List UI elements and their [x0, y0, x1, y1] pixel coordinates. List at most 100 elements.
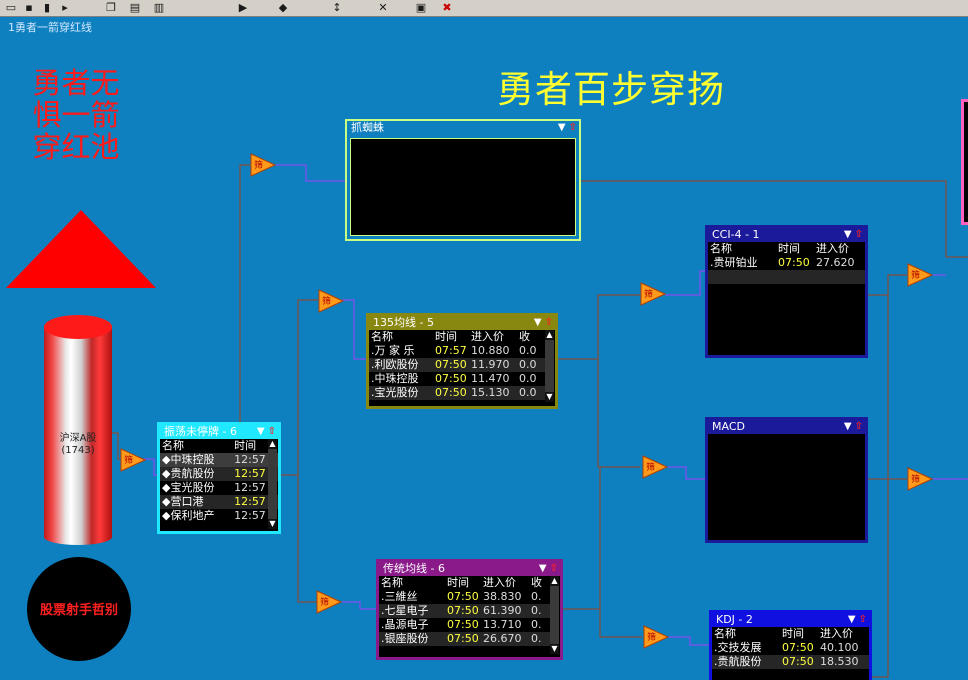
- table-row[interactable]: .贵研铂业 07:50 27.620: [708, 256, 865, 270]
- table-row[interactable]: .宝光股份 07:50 15.130 0.0: [369, 386, 545, 400]
- table-row[interactable]: .利欧股份 07:50 11.970 0.0: [369, 358, 545, 372]
- print-icon[interactable]: ▥: [152, 1, 166, 14]
- panel-header[interactable]: CCI-4 - 1 ▼ ⇧: [708, 228, 865, 242]
- panel-table: 名称 时间 ◆中珠控股 12:57 ◆贵航股份 12:57 ◆宝光股份 12:57 ◆营…: [160, 439, 278, 523]
- dropdown-icon[interactable]: ▼: [534, 317, 542, 328]
- panel-header[interactable]: 振荡未停牌 - 6 ▼ ⇧: [160, 425, 278, 439]
- column-header: 进入价: [471, 330, 504, 343]
- scrollbar[interactable]: ▲ ▼: [545, 330, 554, 402]
- close-icon[interactable]: ✖: [440, 1, 454, 14]
- panel-table: 名称 时间 进入价 .贵研铂业 07:50 27.620: [708, 242, 865, 284]
- column-header: 时间: [778, 242, 800, 255]
- table-row[interactable]: .贵航股份 07:50 18.530: [712, 655, 869, 669]
- table-row[interactable]: .中珠控股 07:50 11.470 0.0: [369, 372, 545, 386]
- up-arrow-icon[interactable]: ⇧: [855, 421, 863, 432]
- table-row[interactable]: ◆营口港 12:57: [160, 495, 278, 509]
- filter-node[interactable]: 筛: [250, 153, 277, 177]
- sort-icon[interactable]: ↕: [330, 1, 344, 14]
- panel-header[interactable]: KDJ - 2 ▼ ⇧: [712, 613, 869, 627]
- panel-macd[interactable]: MACD ▼ ⇧: [705, 417, 868, 543]
- panel-header[interactable]: MACD ▼ ⇧: [708, 420, 865, 434]
- panel-chuantong[interactable]: 传统均线 - 6 ▼ ⇧ 名称 时间 进入价 收 .三維丝 07:50 38.830 0. .…: [376, 559, 563, 660]
- table-row[interactable]: .晶源电子 07:50 13.710 0.: [379, 618, 550, 632]
- folder-icon[interactable]: ▭: [4, 1, 18, 14]
- panel-title: 135均线 - 5: [373, 316, 434, 329]
- filter-node[interactable]: 筛: [120, 448, 147, 472]
- table-row[interactable]: ◆中珠控股 12:57: [160, 453, 278, 467]
- column-header: 名称: [371, 330, 393, 343]
- filter-node[interactable]: 筛: [907, 467, 934, 491]
- strategy-canvas: 1勇者一箭穿红线 勇者百步穿扬 勇者无 惧一箭 穿红池 沪深A股 (1743) …: [0, 17, 968, 680]
- up-arrow-icon[interactable]: ⇧: [569, 122, 577, 133]
- chart-icon[interactable]: ▮: [40, 1, 54, 14]
- panel-title: 振荡未停牌 - 6: [164, 425, 237, 438]
- scrollbar[interactable]: ▲ ▼: [268, 439, 277, 529]
- play-icon[interactable]: ▶: [236, 1, 250, 14]
- delete-icon[interactable]: ✕: [376, 1, 390, 14]
- panel-title: 传统均线 - 6: [383, 562, 445, 575]
- up-arrow-icon[interactable]: ⇧: [268, 426, 276, 437]
- column-header: 进入价: [820, 627, 853, 640]
- panel-table: 名称 时间 进入价 收 .三維丝 07:50 38.830 0. .七星电子 07:50 61.…: [379, 576, 550, 646]
- dropdown-icon[interactable]: ▼: [848, 614, 856, 625]
- column-header: 名称: [162, 439, 184, 452]
- panel-title: KDJ - 2: [716, 613, 753, 626]
- dropdown-icon[interactable]: ▼: [844, 229, 852, 240]
- panel-kdj[interactable]: KDJ - 2 ▼ ⇧ 名称 时间 进入价 .交技发展 07:50 40.100 .贵航股…: [709, 610, 872, 680]
- panel-cci[interactable]: CCI-4 - 1 ▼ ⇧ 名称 时间 进入价 .贵研铂业 07:50 27.620: [705, 225, 868, 358]
- table-row[interactable]: .交技发展 07:50 40.100: [712, 641, 869, 655]
- panel-body: [350, 138, 576, 236]
- table-row[interactable]: .银座股份 07:50 26.670 0.: [379, 632, 550, 646]
- panel-title: 抓蜘蛛: [351, 121, 384, 134]
- panel-header[interactable]: 抓蜘蛛 ▼ ⇧: [347, 121, 579, 135]
- column-header: 进入价: [483, 576, 516, 589]
- filter-node[interactable]: 筛: [642, 455, 669, 479]
- filter-node[interactable]: 筛: [907, 263, 934, 287]
- filter-node-label: 筛: [647, 633, 657, 643]
- column-header: 收: [519, 330, 530, 343]
- column-header: 时间: [435, 330, 457, 343]
- column-header: 时间: [782, 627, 804, 640]
- dropdown-icon[interactable]: ▼: [844, 421, 852, 432]
- dropdown-icon[interactable]: ▼: [558, 122, 566, 133]
- table-row[interactable]: ◆保利地产 12:57: [160, 509, 278, 523]
- column-header: 名称: [710, 242, 732, 255]
- filter-node[interactable]: 筛: [318, 289, 345, 313]
- filter-node-label: 筛: [254, 161, 264, 171]
- table-row[interactable]: .万 家 乐 07:57 10.880 0.0: [369, 344, 545, 358]
- table-row[interactable]: ◆宝光股份 12:57: [160, 481, 278, 495]
- filter-node[interactable]: 筛: [640, 282, 667, 306]
- arrow-icon[interactable]: ▸: [58, 1, 72, 14]
- panel-header[interactable]: 135均线 - 5 ▼ ⇧: [369, 316, 555, 330]
- table-row[interactable]: ◆贵航股份 12:57: [160, 467, 278, 481]
- table-row[interactable]: .三維丝 07:50 38.830 0.: [379, 590, 550, 604]
- scrollbar[interactable]: ▲ ▼: [550, 576, 559, 654]
- filter-node-label: 筛: [124, 456, 134, 466]
- panel-offscreen[interactable]: [961, 99, 968, 225]
- column-header: 进入价: [816, 242, 849, 255]
- toolbar: ▭ ▪ ▮ ▸ ❐ ▤ ▥ ▶ ◆ ↕ ✕ ▣ ✖: [0, 0, 968, 17]
- up-arrow-icon[interactable]: ⇧: [550, 563, 558, 574]
- table-row[interactable]: .七星电子 07:50 61.390 0.: [379, 604, 550, 618]
- column-header: 名称: [381, 576, 403, 589]
- dropdown-icon[interactable]: ▼: [539, 563, 547, 574]
- filter-node[interactable]: 筛: [316, 590, 343, 614]
- paste-icon[interactable]: ▤: [128, 1, 142, 14]
- up-arrow-icon[interactable]: ⇧: [859, 614, 867, 625]
- panel-ma135[interactable]: 135均线 - 5 ▼ ⇧ 名称 时间 进入价 收 .万 家 乐 07:57 10.880 0…: [366, 313, 558, 409]
- up-arrow-icon[interactable]: ⇧: [855, 229, 863, 240]
- panel-zhuazhizhu[interactable]: 抓蜘蛛 ▼ ⇧: [345, 119, 581, 241]
- up-arrow-icon[interactable]: ⇧: [545, 317, 553, 328]
- filter-icon[interactable]: ◆: [276, 1, 290, 14]
- panel-zhenfu[interactable]: 振荡未停牌 - 6 ▼ ⇧ 名称 时间 ◆中珠控股 12:57 ◆贵航股份 12:57 …: [157, 422, 281, 534]
- save-icon[interactable]: ▪: [22, 1, 36, 14]
- copy-icon[interactable]: ❐: [104, 1, 118, 14]
- panel-header[interactable]: 传统均线 - 6 ▼ ⇧: [379, 562, 560, 576]
- dropdown-icon[interactable]: ▼: [257, 426, 265, 437]
- filter-node[interactable]: 筛: [643, 625, 670, 649]
- panel-table: 名称 时间 进入价 .交技发展 07:50 40.100 .贵航股份 07:50 18.53…: [712, 627, 869, 669]
- panel-title: MACD: [712, 420, 745, 433]
- filter-node-label: 筛: [911, 271, 921, 281]
- filter-node-label: 筛: [911, 475, 921, 485]
- link-icon[interactable]: ▣: [414, 1, 428, 14]
